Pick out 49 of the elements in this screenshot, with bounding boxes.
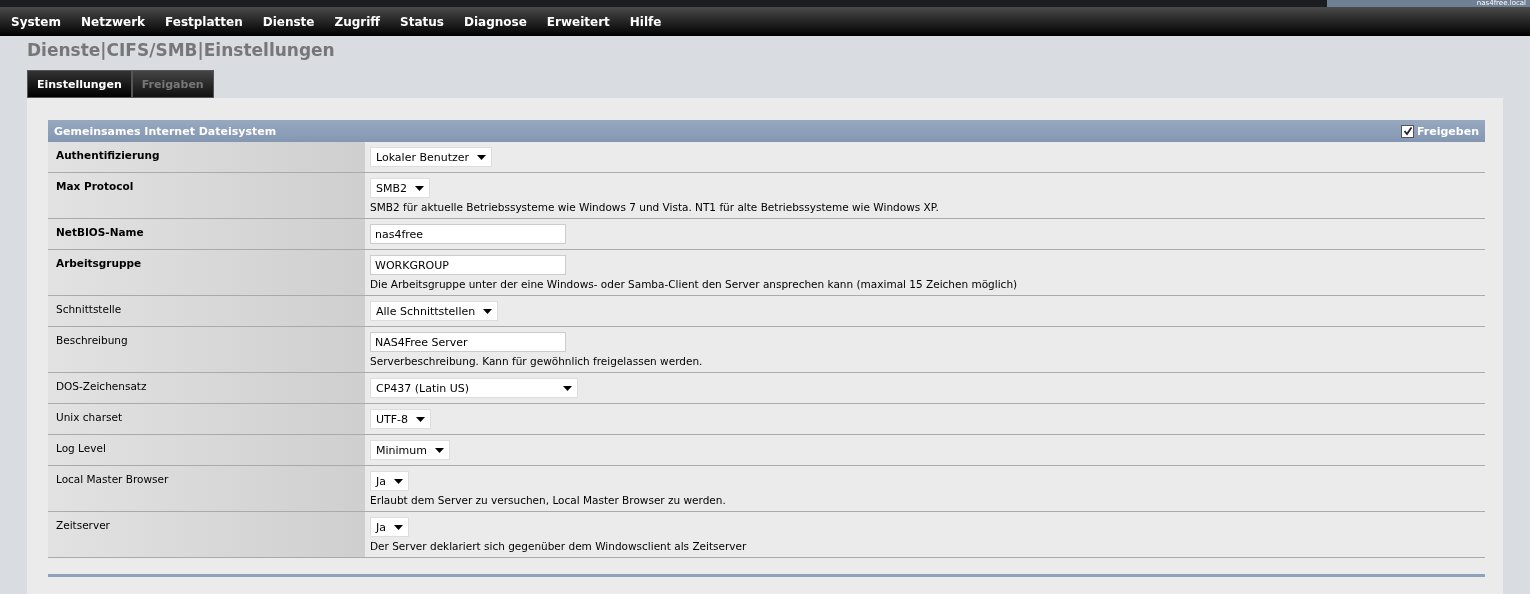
dropdown[interactable]: SMB2	[370, 178, 431, 198]
field-label: Unix charset	[56, 411, 123, 423]
input-field[interactable]: NAS4Free Server	[370, 332, 566, 352]
field-label: Beschreibung	[56, 334, 128, 346]
hint-text: Erlaubt dem Server zu versuchen, Local Master Browser zu werden.	[370, 494, 727, 506]
input-field[interactable]: WORKGROUP	[370, 255, 566, 275]
section-title: Gemeinsames Internet Dateisystem	[54, 124, 277, 138]
dropdown[interactable]: Minimum	[370, 440, 450, 460]
caret-icon	[415, 185, 425, 191]
menu-item[interactable]: Netzwerk	[81, 14, 146, 29]
field-label: Local Master Browser	[56, 473, 169, 485]
field-label: NetBIOS-Name	[56, 226, 144, 238]
hint-text: SMB2 für aktuelle Betriebssysteme wie Windows 7 und Vista. NT1 für alte Betriebssysteme wie Windows XP.	[370, 201, 940, 213]
hint-text: Serverbeschreibung. Kann für gewöhnlich freigelassen werden.	[370, 355, 704, 367]
menu-item[interactable]: Festplatten	[165, 14, 243, 29]
hint-text: Der Server deklariert sich gegenüber dem Windowsclient als Zeitserver	[370, 540, 748, 552]
menu-item[interactable]: Diagnose	[464, 14, 527, 29]
field-label: DOS-Zeichensatz	[56, 380, 147, 392]
caret-icon	[477, 154, 487, 160]
dropdown[interactable]: Lokaler Benutzer	[370, 147, 493, 167]
menu-item[interactable]: Hilfe	[629, 14, 662, 29]
dropdown[interactable]: Ja	[370, 517, 409, 537]
menu-item[interactable]: Zugriff	[334, 14, 381, 29]
input-field[interactable]: nas4free	[370, 224, 566, 244]
menu-item[interactable]: Erweitert	[546, 14, 610, 29]
enable-label: Freigeben	[1417, 124, 1479, 138]
caret-icon	[435, 447, 444, 453]
field-label: Authentifizierung	[56, 149, 160, 161]
menu-item[interactable]: System	[11, 14, 61, 29]
field-label: Arbeitsgruppe	[56, 257, 142, 269]
field-label: Log Level	[56, 442, 106, 454]
tab[interactable]: Einstellungen	[27, 70, 132, 98]
enable-checkbox[interactable]	[1401, 124, 1415, 138]
page-title: Dienste|CIFS/SMB|Einstellungen	[27, 40, 335, 60]
hint-text: Die Arbeitsgruppe unter der eine Windows- oder Samba-Client den Server ansprechen kann (maximal 15 Zeichen möglich)	[370, 278, 1019, 290]
caret-icon	[563, 385, 572, 391]
field-label: Zeitserver	[56, 519, 110, 531]
caret-icon	[394, 478, 403, 484]
field-label: Max Protocol	[56, 180, 134, 192]
caret-icon	[483, 308, 493, 314]
dropdown[interactable]: UTF-8	[370, 409, 432, 429]
caret-icon	[416, 416, 426, 422]
dropdown[interactable]: Ja	[370, 471, 409, 491]
dropdown[interactable]: CP437 (Latin US)	[370, 378, 578, 398]
menu-item[interactable]: Dienste	[262, 14, 315, 29]
field-label: Schnittstelle	[56, 303, 122, 315]
menu-item[interactable]: Status	[400, 14, 444, 29]
caret-icon	[394, 524, 403, 530]
dropdown[interactable]: Alle Schnittstellen	[370, 301, 499, 321]
